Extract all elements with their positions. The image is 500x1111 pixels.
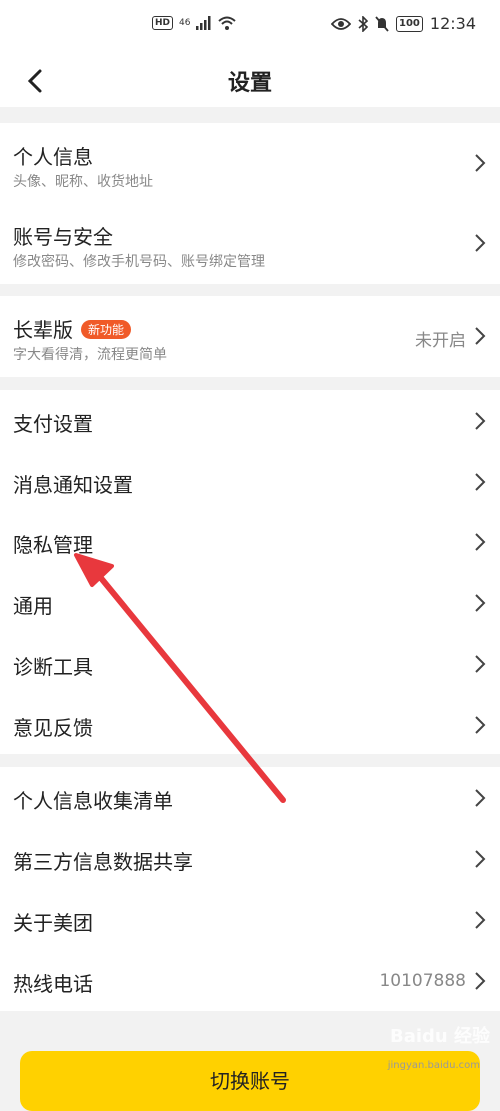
battery-icon: 100 [396, 15, 423, 32]
chevron-right-icon [475, 655, 486, 673]
settings-item-third-party-sharing[interactable]: 第三方信息数据共享 [0, 828, 500, 889]
settings-item-label: 账号与安全 [13, 225, 113, 249]
chevron-right-icon [475, 473, 486, 491]
settings-item-label: 第三方信息数据共享 [13, 850, 193, 874]
settings-item-label: 支付设置 [13, 412, 93, 436]
settings-item-hotline[interactable]: 热线电话 10107888 [0, 950, 500, 1011]
chevron-right-icon [475, 789, 486, 807]
chevron-right-icon [475, 850, 486, 868]
settings-item-personal-info[interactable]: 个人信息 头像、昵称、收货地址 [0, 123, 500, 203]
chevron-right-icon [475, 911, 486, 929]
settings-item-label: 热线电话 [13, 972, 93, 996]
section-general: 支付设置 消息通知设置 隐私管理 通用 诊断工具 意见反馈 [0, 390, 500, 754]
hd-icon: HD [152, 16, 174, 30]
settings-item-label: 隐私管理 [13, 533, 93, 557]
clock: 12:34 [429, 14, 476, 33]
signal-icon [196, 16, 211, 30]
settings-item-label: 长辈版 [13, 318, 73, 342]
chevron-right-icon [475, 234, 486, 252]
settings-item-label: 个人信息收集清单 [13, 789, 173, 813]
settings-item-payment[interactable]: 支付设置 [0, 390, 500, 451]
section-elder-mode: 长辈版 新功能 字大看得清，流程更简单 未开启 [0, 296, 500, 377]
settings-item-account-security[interactable]: 账号与安全 修改密码、修改手机号码、账号绑定管理 [0, 203, 500, 284]
settings-item-label: 关于美团 [13, 911, 93, 935]
chevron-right-icon [475, 412, 486, 430]
new-feature-badge: 新功能 [81, 320, 132, 339]
elder-mode-status: 未开启 [415, 331, 466, 351]
hotline-number: 10107888 [379, 971, 466, 991]
settings-item-privacy[interactable]: 隐私管理 [0, 511, 500, 572]
status-bar: HD 46 100 12:34 [0, 0, 500, 55]
section-profile: 个人信息 头像、昵称、收货地址 账号与安全 修改密码、修改手机号码、账号绑定管理 [0, 123, 500, 284]
settings-item-label: 通用 [13, 594, 53, 618]
nav-header: 设置 [0, 55, 500, 107]
section-about: 个人信息收集清单 第三方信息数据共享 关于美团 热线电话 10107888 [0, 767, 500, 1011]
settings-item-notifications[interactable]: 消息通知设置 [0, 451, 500, 511]
settings-item-data-collection-list[interactable]: 个人信息收集清单 [0, 767, 500, 828]
chevron-right-icon [475, 327, 486, 345]
settings-item-sub: 头像、昵称、收货地址 [13, 174, 153, 190]
settings-item-label: 个人信息 [13, 145, 93, 169]
network-type: 46 [179, 18, 191, 28]
settings-item-label: 消息通知设置 [13, 473, 133, 497]
chevron-right-icon [475, 716, 486, 734]
chevron-right-icon [475, 594, 486, 612]
settings-item-label: 意见反馈 [13, 716, 93, 740]
settings-item-label: 诊断工具 [13, 655, 93, 679]
settings-item-feedback[interactable]: 意见反馈 [0, 694, 500, 754]
chevron-right-icon [475, 154, 486, 172]
chevron-right-icon [475, 972, 486, 990]
settings-item-elder-mode[interactable]: 长辈版 新功能 字大看得清，流程更简单 未开启 [0, 296, 500, 377]
settings-item-about[interactable]: 关于美团 [0, 889, 500, 950]
page-title: 设置 [227, 71, 272, 96]
settings-item-sub: 字大看得清，流程更简单 [13, 347, 167, 363]
bluetooth-icon [358, 15, 369, 32]
settings-item-sub: 修改密码、修改手机号码、账号绑定管理 [13, 254, 265, 270]
settings-item-general[interactable]: 通用 [0, 572, 500, 633]
wifi-icon [218, 16, 237, 30]
chevron-right-icon [475, 533, 486, 551]
watermark-url: jingyan.baidu.com [387, 1060, 480, 1071]
eye-icon [331, 17, 352, 30]
mute-bell-icon [375, 15, 389, 32]
watermark: Baidu 经验 [389, 1026, 490, 1047]
settings-item-diagnostics[interactable]: 诊断工具 [0, 633, 500, 694]
